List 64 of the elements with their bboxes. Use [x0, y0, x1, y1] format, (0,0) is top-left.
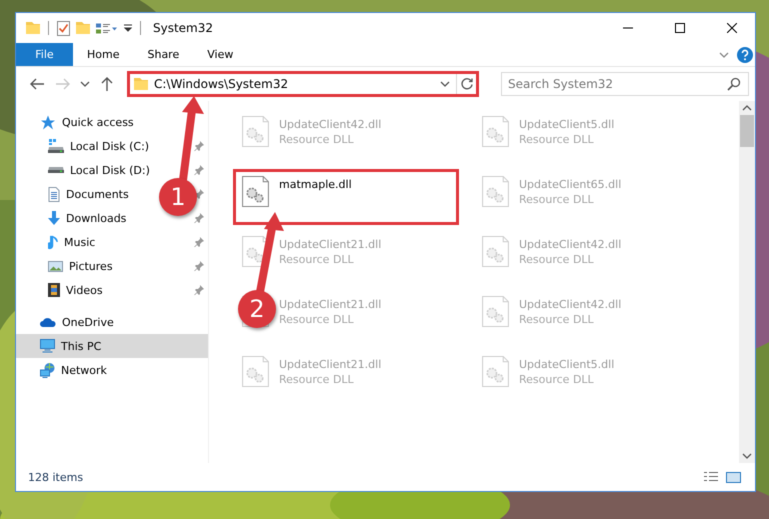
sidebar-item[interactable]: Music	[64, 236, 96, 248]
folder-icon	[134, 78, 148, 90]
file-type: Resource DLL	[519, 133, 594, 146]
item-count: 128 items	[28, 470, 84, 484]
ribbon-tab[interactable]: View	[193, 43, 248, 66]
file-type: Resource DLL	[279, 313, 354, 326]
file-type: Resource DLL	[519, 313, 594, 326]
sidebar-item[interactable]: Downloads	[66, 212, 126, 224]
network-icon	[40, 362, 55, 378]
details-view-icon[interactable]	[704, 472, 718, 480]
dropdown-icon[interactable]	[124, 24, 132, 32]
ribbon-tab[interactable]: Home	[73, 43, 134, 66]
sidebar-item[interactable]: Local Disk (C:)	[70, 140, 150, 152]
star-icon	[40, 114, 56, 130]
close-icon	[727, 23, 737, 33]
drive-icon	[48, 139, 64, 153]
sidebar-item[interactable]: Videos	[66, 284, 103, 296]
computer-icon	[40, 339, 55, 353]
file-type: Resource DLL	[519, 193, 594, 206]
chevron-up-icon	[742, 105, 752, 111]
sidebar-label: This PC	[61, 340, 102, 352]
scrollbar-thumb[interactable]	[740, 115, 754, 147]
file-item[interactable]: matmaple.dll	[233, 169, 459, 225]
large-icons-view-icon[interactable]	[726, 472, 741, 482]
file-type: Resource DLL	[279, 373, 354, 386]
file-type: Resource DLL	[279, 133, 354, 146]
refresh-icon	[460, 78, 472, 90]
file-type: Resource DLL	[279, 253, 354, 266]
sidebar-item[interactable]: Quick access	[62, 116, 134, 128]
ribbon-tab[interactable]: Share	[133, 43, 194, 66]
sidebar-item[interactable]: Local Disk (D:)	[70, 164, 150, 176]
download-icon	[48, 211, 60, 225]
window-title: System32	[153, 21, 214, 35]
checklist-icon[interactable]	[57, 20, 70, 36]
help-icon[interactable]	[737, 46, 753, 62]
arrow-left-icon	[30, 78, 44, 90]
document-icon	[48, 186, 60, 202]
sidebar-item[interactable]: Network	[61, 364, 107, 376]
picture-icon	[48, 260, 63, 272]
arrow-up-icon	[101, 77, 113, 91]
search-field[interactable]: Search System32	[501, 72, 749, 96]
file-type: Resource DLL	[519, 373, 594, 386]
cloud-icon	[40, 318, 56, 326]
scrollbar[interactable]	[739, 101, 755, 463]
maximize-icon	[675, 23, 685, 33]
properties-icon[interactable]	[96, 22, 118, 34]
music-note-icon	[48, 234, 58, 250]
chevron-down-icon	[742, 453, 752, 459]
address-bar[interactable]: C:\Windows\System32	[127, 71, 479, 97]
minimize-icon	[623, 27, 633, 29]
address-path: C:\Windows\System32	[154, 77, 290, 91]
file-type: Resource DLL	[519, 253, 594, 266]
drive-icon	[48, 167, 64, 173]
sidebar-item[interactable]: Documents	[66, 188, 129, 200]
sidebar-item[interactable]: OneDrive	[62, 316, 114, 328]
file-name[interactable]: matmaple.dll	[279, 178, 352, 191]
arrow-right-icon	[56, 78, 70, 90]
chevron-down-icon	[80, 81, 90, 87]
sidebar-item[interactable]: This PC	[16, 334, 208, 358]
chevron-down-icon[interactable]	[440, 81, 450, 87]
file-menu-button[interactable]: File	[16, 43, 73, 66]
sidebar-item[interactable]: Pictures	[69, 260, 113, 272]
film-icon	[48, 283, 60, 297]
chevron-down-icon[interactable]	[719, 52, 729, 58]
